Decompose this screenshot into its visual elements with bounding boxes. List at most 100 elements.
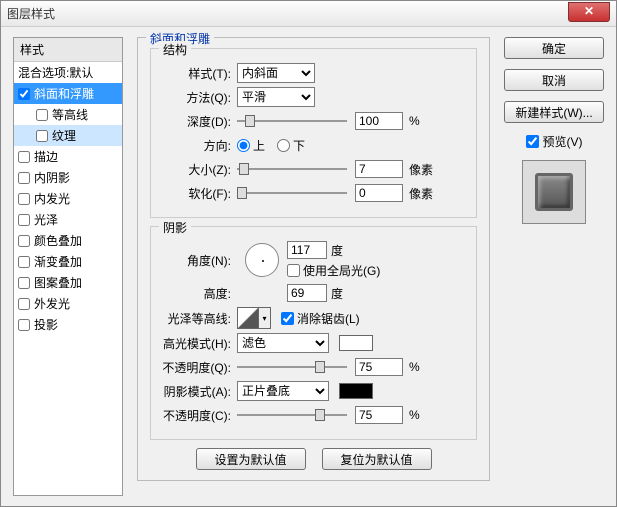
angle-dial[interactable] <box>245 243 279 277</box>
preview-checkbox[interactable]: 预览(V) <box>504 133 604 150</box>
soften-label: 软化(F): <box>161 185 237 202</box>
depth-label: 深度(D): <box>161 113 237 130</box>
sidebar-checkbox-7[interactable] <box>18 214 30 226</box>
size-label: 大小(Z): <box>161 161 237 178</box>
reset-default-button[interactable]: 复位为默认值 <box>322 448 432 470</box>
styles-sidebar: 样式 混合选项:默认斜面和浮雕等高线纹理描边内阴影内发光光泽颜色叠加渐变叠加图案… <box>13 37 123 496</box>
antialias-checkbox[interactable]: 消除锯齿(L) <box>281 310 360 327</box>
sidebar-label-3: 纹理 <box>52 127 76 144</box>
gloss-contour-dropdown[interactable]: ▾ <box>259 307 271 329</box>
sidebar-label-12: 投影 <box>34 316 58 333</box>
angle-input[interactable] <box>287 241 327 259</box>
titlebar: 图层样式 ✕ <box>1 1 616 27</box>
shadow-mode-select[interactable]: 正片叠底 <box>237 381 329 401</box>
window-title: 图层样式 <box>7 5 55 22</box>
sidebar-checkbox-11[interactable] <box>18 298 30 310</box>
new-style-button[interactable]: 新建样式(W)... <box>504 101 604 123</box>
shadow-opacity-input[interactable] <box>355 406 403 424</box>
sidebar-checkbox-8[interactable] <box>18 235 30 247</box>
sidebar-checkbox-12[interactable] <box>18 319 30 331</box>
sidebar-header: 样式 <box>14 38 122 62</box>
preview-box <box>522 160 586 224</box>
style-label: 样式(T): <box>161 65 237 82</box>
dialog-buttons: 确定 取消 新建样式(W)... 预览(V) <box>504 37 604 496</box>
sidebar-checkbox-1[interactable] <box>18 88 30 100</box>
sidebar-checkbox-3[interactable] <box>36 130 48 142</box>
style-select[interactable]: 内斜面 <box>237 63 315 83</box>
settings-panel: 斜面和浮雕 结构 样式(T): 内斜面 方法(Q): 平滑 深度(D): <box>137 37 490 496</box>
angle-unit: 度 <box>331 242 343 259</box>
size-unit: 像素 <box>409 161 433 178</box>
shadow-opacity-unit: % <box>409 408 420 422</box>
gloss-contour-swatch[interactable] <box>237 307 259 329</box>
sidebar-item-1[interactable]: 斜面和浮雕 <box>14 83 122 104</box>
shadow-color-swatch[interactable] <box>339 383 373 399</box>
cancel-button[interactable]: 取消 <box>504 69 604 91</box>
global-light-checkbox[interactable]: 使用全局光(G) <box>287 262 380 279</box>
ok-button[interactable]: 确定 <box>504 37 604 59</box>
preview-swatch <box>535 173 573 211</box>
gloss-contour-label: 光泽等高线: <box>161 310 237 327</box>
sidebar-label-0: 混合选项:默认 <box>18 64 93 81</box>
depth-unit: % <box>409 114 420 128</box>
sidebar-label-5: 内阴影 <box>34 169 70 186</box>
sidebar-label-4: 描边 <box>34 148 58 165</box>
direction-label: 方向: <box>161 137 237 154</box>
highlight-opacity-label: 不透明度(Q): <box>161 359 237 376</box>
soften-unit: 像素 <box>409 185 433 202</box>
direction-down-radio[interactable]: 下 <box>277 137 305 154</box>
highlight-mode-label: 高光模式(H): <box>161 335 237 352</box>
technique-label: 方法(Q): <box>161 89 237 106</box>
shading-title: 阴影 <box>159 219 191 236</box>
sidebar-item-6[interactable]: 内发光 <box>14 188 122 209</box>
sidebar-item-11[interactable]: 外发光 <box>14 293 122 314</box>
sidebar-item-9[interactable]: 渐变叠加 <box>14 251 122 272</box>
shadow-opacity-slider[interactable] <box>237 408 347 422</box>
sidebar-label-1: 斜面和浮雕 <box>34 85 94 102</box>
sidebar-item-10[interactable]: 图案叠加 <box>14 272 122 293</box>
direction-up-radio[interactable]: 上 <box>237 137 265 154</box>
sidebar-item-5[interactable]: 内阴影 <box>14 167 122 188</box>
structure-title: 结构 <box>159 41 191 58</box>
sidebar-label-7: 光泽 <box>34 211 58 228</box>
depth-input[interactable] <box>355 112 403 130</box>
size-input[interactable] <box>355 160 403 178</box>
sidebar-checkbox-2[interactable] <box>36 109 48 121</box>
sidebar-item-8[interactable]: 颜色叠加 <box>14 230 122 251</box>
highlight-color-swatch[interactable] <box>339 335 373 351</box>
altitude-label: 高度: <box>161 285 237 302</box>
technique-select[interactable]: 平滑 <box>237 87 315 107</box>
soften-slider[interactable] <box>237 186 347 200</box>
altitude-input[interactable] <box>287 284 327 302</box>
sidebar-item-7[interactable]: 光泽 <box>14 209 122 230</box>
sidebar-label-9: 渐变叠加 <box>34 253 82 270</box>
highlight-opacity-unit: % <box>409 360 420 374</box>
depth-slider[interactable] <box>237 114 347 128</box>
sidebar-item-3[interactable]: 纹理 <box>14 125 122 146</box>
shadow-mode-label: 阴影模式(A): <box>161 383 237 400</box>
sidebar-checkbox-10[interactable] <box>18 277 30 289</box>
sidebar-checkbox-6[interactable] <box>18 193 30 205</box>
highlight-mode-select[interactable]: 滤色 <box>237 333 329 353</box>
sidebar-item-2[interactable]: 等高线 <box>14 104 122 125</box>
highlight-opacity-slider[interactable] <box>237 360 347 374</box>
highlight-opacity-input[interactable] <box>355 358 403 376</box>
sidebar-checkbox-4[interactable] <box>18 151 30 163</box>
sidebar-item-12[interactable]: 投影 <box>14 314 122 335</box>
sidebar-label-11: 外发光 <box>34 295 70 312</box>
layer-style-dialog: 图层样式 ✕ 样式 混合选项:默认斜面和浮雕等高线纹理描边内阴影内发光光泽颜色叠… <box>0 0 617 507</box>
sidebar-checkbox-5[interactable] <box>18 172 30 184</box>
sidebar-label-6: 内发光 <box>34 190 70 207</box>
sidebar-label-8: 颜色叠加 <box>34 232 82 249</box>
angle-label: 角度(N): <box>161 252 237 269</box>
soften-input[interactable] <box>355 184 403 202</box>
sidebar-label-10: 图案叠加 <box>34 274 82 291</box>
sidebar-label-2: 等高线 <box>52 106 88 123</box>
sidebar-checkbox-9[interactable] <box>18 256 30 268</box>
sidebar-item-4[interactable]: 描边 <box>14 146 122 167</box>
close-button[interactable]: ✕ <box>568 2 610 22</box>
make-default-button[interactable]: 设置为默认值 <box>196 448 306 470</box>
shadow-opacity-label: 不透明度(C): <box>161 407 237 424</box>
sidebar-item-0[interactable]: 混合选项:默认 <box>14 62 122 83</box>
size-slider[interactable] <box>237 162 347 176</box>
